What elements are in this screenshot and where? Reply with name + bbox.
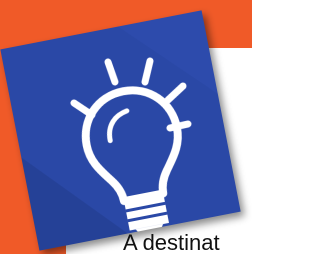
- caption-text: A destinat: [123, 230, 220, 254]
- icon-tile-background: [0, 10, 241, 251]
- icon-tile: [0, 10, 241, 251]
- graphic-canvas: A destinat: [0, 0, 252, 254]
- lightbulb-icon: [70, 57, 192, 233]
